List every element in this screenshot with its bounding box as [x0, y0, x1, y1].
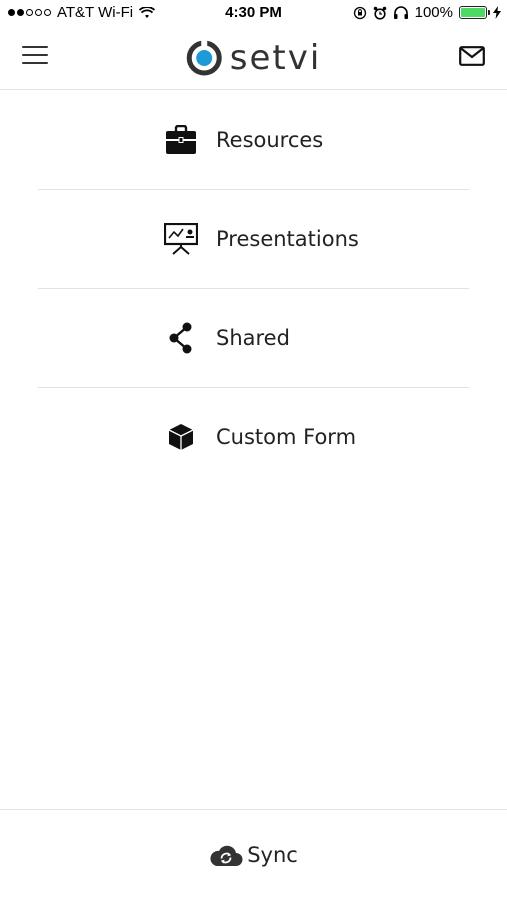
battery-icon [459, 6, 490, 19]
cloud-sync-icon [210, 845, 243, 866]
share-icon [164, 321, 198, 355]
menu-item-custom-form[interactable]: Custom Form [0, 388, 507, 486]
status-right: 100% [353, 4, 501, 21]
menu-item-label: Shared [216, 326, 290, 350]
briefcase-icon [164, 123, 198, 157]
main-menu: Resources Presentations Shared Custom Fo… [0, 91, 507, 486]
nav-bar: setvi [0, 28, 507, 90]
headphones-icon [393, 5, 408, 19]
orientation-lock-icon [353, 6, 366, 19]
menu-item-resources[interactable]: Resources [0, 91, 507, 189]
status-bar: AT&T Wi-Fi 4:30 PM 100% [0, 0, 507, 28]
battery-percent: 100% [414, 4, 453, 21]
menu-item-presentations[interactable]: Presentations [0, 190, 507, 288]
footer: Sync [0, 809, 507, 900]
menu-item-label: Presentations [216, 227, 359, 251]
mail-button[interactable] [459, 46, 485, 71]
logo-mark-icon [186, 40, 222, 76]
hamburger-menu-button[interactable] [22, 46, 48, 68]
presentation-board-icon [164, 222, 198, 256]
setvi-logo: setvi [186, 38, 322, 78]
sync-button[interactable]: Sync [209, 843, 298, 867]
cube-icon [164, 420, 198, 454]
charging-icon [493, 6, 501, 19]
alarm-icon [373, 6, 386, 20]
menu-item-shared[interactable]: Shared [0, 289, 507, 387]
logo-text: setvi [229, 38, 322, 78]
menu-item-label: Custom Form [216, 425, 357, 449]
sync-label: Sync [247, 843, 298, 867]
menu-item-label: Resources [216, 128, 324, 152]
mail-icon [459, 46, 485, 66]
